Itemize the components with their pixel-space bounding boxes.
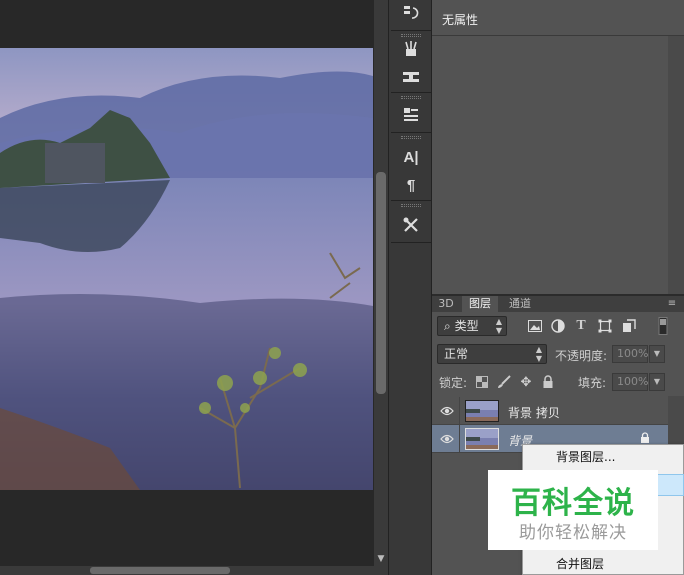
lock-all-icon[interactable] (539, 373, 557, 391)
character-icon[interactable]: A| (395, 144, 427, 170)
properties-panel (432, 0, 684, 294)
tab-3d[interactable]: 3D (434, 296, 458, 312)
lock-image-brush-icon[interactable] (495, 373, 513, 391)
lock-position-move-icon[interactable]: ✥ (517, 373, 535, 391)
layer-thumbnail (465, 428, 499, 450)
watermark-title: 百科全说 (511, 486, 635, 521)
visibility-toggle[interactable] (432, 425, 460, 453)
blend-mode-dropdown[interactable]: 正常 ▲ ▼ (437, 344, 547, 364)
watermark-subtitle: 助你轻松解决 (519, 523, 627, 543)
lock-label: 锁定: (439, 376, 468, 390)
paragraph-icon[interactable]: ¶ (395, 172, 427, 198)
horizontal-scrollbar-thumb[interactable] (90, 567, 230, 574)
document-image[interactable] (0, 48, 373, 490)
panel-menu-icon[interactable]: ≡ (662, 296, 682, 312)
layer-row[interactable]: 背景 拷贝 (432, 397, 668, 425)
filter-adjustment-icon[interactable] (549, 317, 567, 335)
layer-name[interactable]: 背景 拷贝 (508, 404, 560, 421)
tab-layers[interactable]: 图层 (462, 296, 498, 312)
opacity-field[interactable]: 100% (612, 345, 648, 363)
filter-kind-dropdown[interactable]: ⌕ 类型 ▲ ▼ (437, 316, 507, 336)
vertical-scrollbar-thumb[interactable] (376, 172, 386, 394)
eye-icon (440, 434, 454, 444)
filter-kind-label: 类型 (454, 319, 479, 333)
blend-mode-label: 正常 (444, 347, 469, 361)
dropdown-arrows-icon: ▲ ▼ (535, 345, 542, 363)
menu-item-background-layer[interactable]: 背景图层... (522, 446, 684, 468)
opacity-label: 不透明度: (555, 349, 608, 363)
clone-source-icon[interactable] (395, 64, 427, 90)
history-icon[interactable] (395, 0, 427, 26)
panel-icon-strip: A| ¶ (388, 0, 432, 575)
menu-item-merge-layers[interactable]: 合并图层 (522, 553, 684, 575)
opacity-dropdown-icon[interactable]: ▼ (649, 345, 665, 363)
scroll-down-arrow-icon[interactable]: ▼ (374, 554, 388, 566)
dropdown-arrows-icon: ▲ ▼ (495, 317, 502, 335)
layer-thumbnail (465, 400, 499, 422)
fill-label: 填充: (578, 376, 607, 390)
visibility-toggle[interactable] (432, 397, 460, 425)
tool-presets-icon[interactable] (395, 212, 427, 238)
filter-pixel-icon[interactable] (526, 317, 544, 335)
lock-transparent-icon[interactable] (473, 373, 491, 391)
search-icon: ⌕ (444, 319, 451, 333)
brush-presets-icon[interactable] (395, 36, 427, 62)
filter-type-icon[interactable]: T (572, 317, 590, 335)
tab-channels[interactable]: 通道 (502, 296, 538, 312)
filter-smart-object-icon[interactable] (620, 317, 638, 335)
properties-title: 无属性 (442, 13, 479, 27)
paragraph-styles-icon[interactable] (395, 102, 427, 128)
filter-toggle-icon[interactable] (654, 317, 672, 335)
properties-scrollbar[interactable] (668, 36, 684, 294)
fill-dropdown-icon[interactable]: ▼ (649, 373, 665, 391)
filter-shape-icon[interactable] (596, 317, 614, 335)
fill-field[interactable]: 100% (612, 373, 648, 391)
eye-icon (440, 406, 454, 416)
